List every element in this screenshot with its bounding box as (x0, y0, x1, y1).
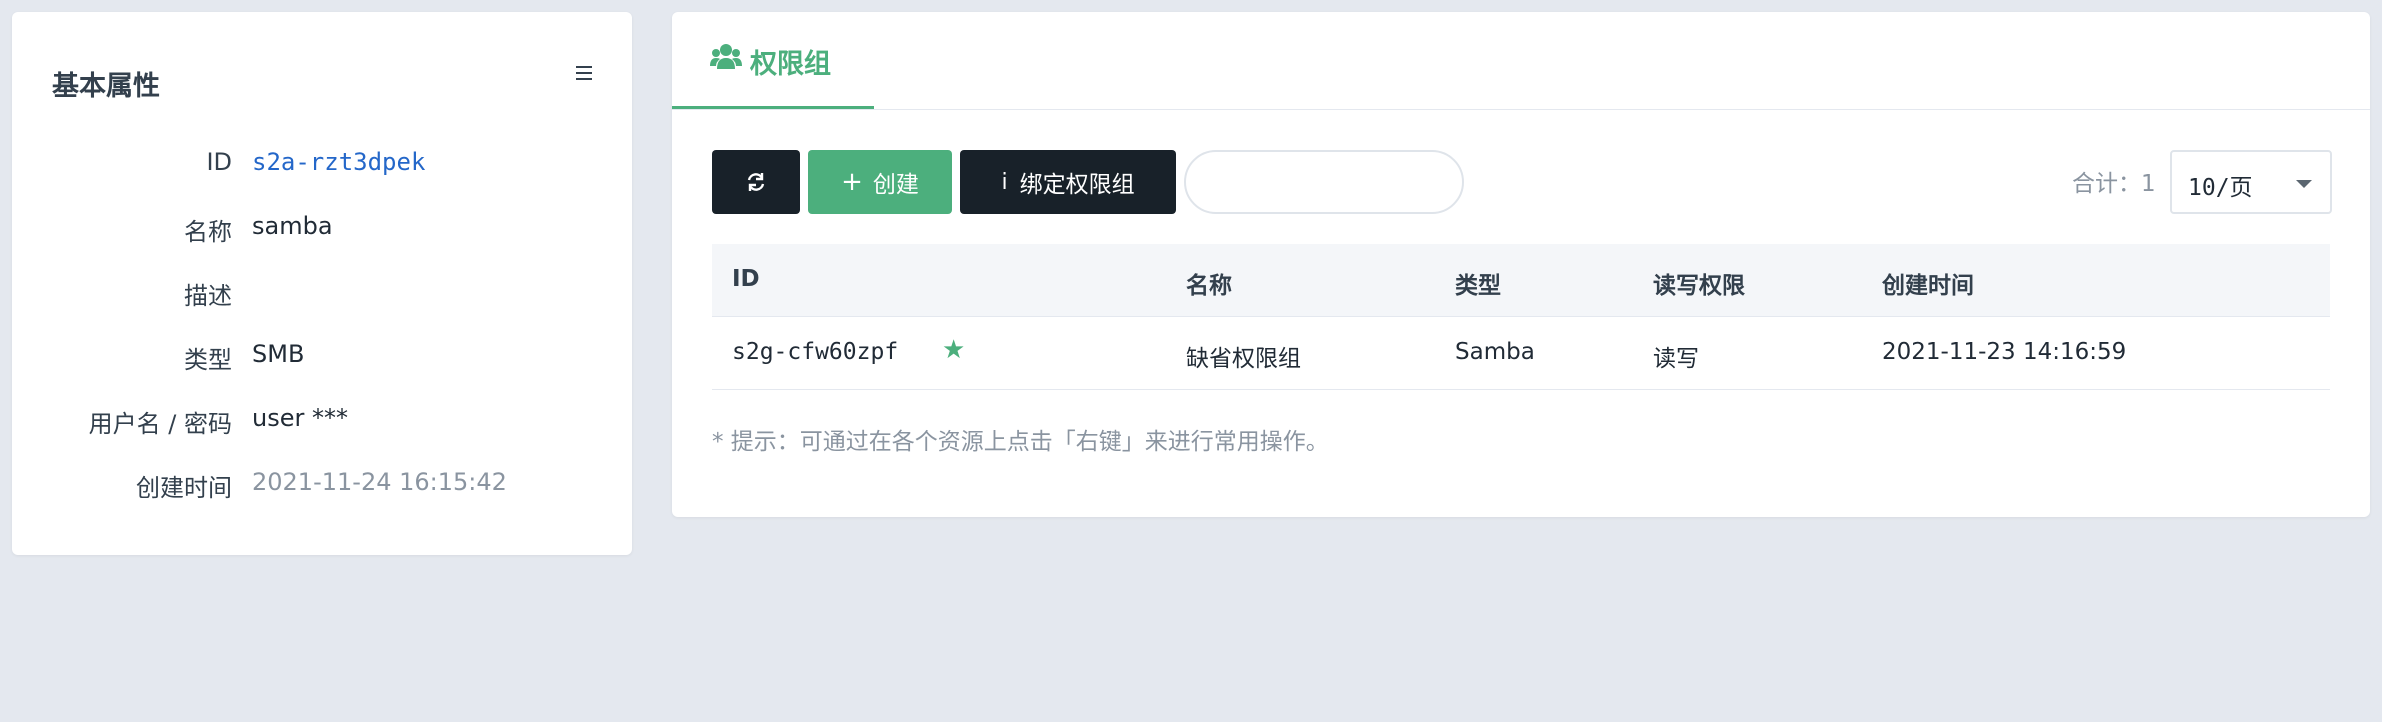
prop-label-type: 类型 (184, 346, 232, 374)
row-id-link[interactable]: s2g-cfw60zpf (732, 339, 898, 365)
prop-value-type: SMB (252, 340, 305, 368)
create-button-label: 创建 (872, 172, 919, 198)
prop-label-id: ID (206, 148, 232, 176)
th-created[interactable]: 创建时间 (1882, 266, 1974, 300)
prop-row-type: 类型 SMB (12, 334, 632, 374)
page-size-value: 10/页 (2188, 175, 2253, 201)
th-rw[interactable]: 读写权限 (1653, 266, 1745, 300)
prop-row-description: 描述 (12, 270, 632, 310)
prop-label-description: 描述 (184, 282, 232, 310)
create-button[interactable]: + 创建 (808, 150, 952, 214)
th-type[interactable]: 类型 (1455, 266, 1501, 300)
info-icon: ⅰ (1001, 169, 1008, 195)
refresh-button[interactable] (712, 150, 800, 214)
tab-permission-group[interactable]: 权限组 (672, 12, 874, 109)
basic-properties-title: 基本属性 (52, 71, 160, 102)
prop-value-name: samba (252, 212, 333, 240)
prop-label-name: 名称 (184, 218, 232, 246)
bind-button-label: 绑定权限组 (1019, 172, 1135, 198)
basic-properties-card: 基本属性 ID s2a-rzt3dpek 名称 samba 描述 类型 SMB … (12, 12, 632, 555)
permission-group-table: ID 名称 类型 读写权限 创建时间 s2g-cfw60zpf ★ 缺省权限组 … (712, 244, 2330, 390)
menu-icon[interactable] (576, 66, 592, 80)
caret-down-icon (2296, 180, 2312, 188)
bind-permission-group-button[interactable]: ⅰ 绑定权限组 (960, 150, 1176, 214)
row-rw: 读写 (1653, 346, 1699, 372)
th-id[interactable]: ID (732, 266, 760, 292)
prop-value-id[interactable]: s2a-rzt3dpek (252, 148, 425, 176)
th-name[interactable]: 名称 (1186, 266, 1232, 300)
prop-value-credentials: user *** (252, 404, 348, 432)
permission-group-card: 权限组 + 创建 ⅰ 绑定权限组 合计：1 10/页 ID 名称 类型 读写权限… (672, 12, 2370, 517)
prop-label-created: 创建时间 (136, 474, 232, 502)
prop-label-credentials: 用户名 / 密码 (88, 410, 232, 438)
prop-row-created: 创建时间 2021-11-24 16:15:42 (12, 462, 632, 502)
search-input[interactable] (1184, 150, 1464, 214)
row-name: 缺省权限组 (1186, 346, 1301, 372)
page-size-select[interactable]: 10/页 (2170, 150, 2332, 214)
row-created: 2021-11-23 14:16:59 (1882, 339, 2127, 365)
table-header: ID 名称 类型 读写权限 创建时间 (712, 244, 2330, 317)
table-row[interactable]: s2g-cfw60zpf ★ 缺省权限组 Samba 读写 2021-11-23… (712, 317, 2330, 390)
prop-row-name: 名称 samba (12, 206, 632, 246)
prop-row-credentials: 用户名 / 密码 user *** (12, 398, 632, 438)
tab-label: 权限组 (750, 49, 831, 80)
row-type: Samba (1455, 339, 1535, 365)
refresh-icon (747, 173, 765, 191)
prop-value-created: 2021-11-24 16:15:42 (252, 468, 507, 496)
star-icon: ★ (942, 335, 966, 365)
tab-bar: 权限组 (672, 12, 2370, 110)
users-icon (710, 44, 742, 69)
prop-row-id: ID s2a-rzt3dpek (12, 142, 632, 182)
hint-text: * 提示：可通过在各个资源上点击「右键」来进行常用操作。 (712, 429, 1329, 455)
total-count: 合计：1 (2072, 171, 2156, 197)
plus-icon: + (841, 167, 863, 197)
